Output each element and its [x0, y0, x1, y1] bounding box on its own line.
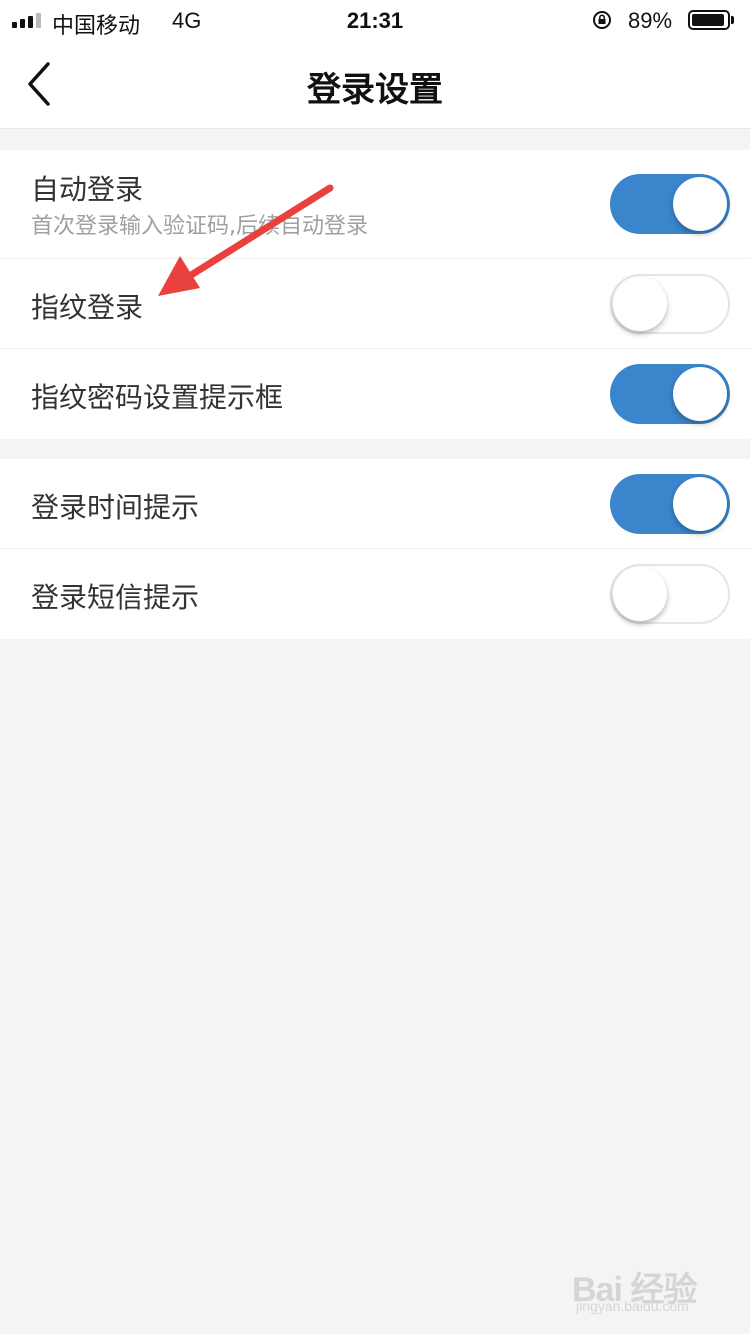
fingerprint-login-toggle[interactable] — [610, 273, 730, 334]
battery-icon — [688, 10, 730, 30]
login-sms-toggle[interactable] — [610, 564, 730, 624]
setting-row-fingerprint-login: 指纹登录 — [0, 259, 750, 349]
setting-label: 指纹登录 — [31, 291, 144, 324]
setting-row-fingerprint-prompt: 指纹密码设置提示框 — [0, 349, 750, 439]
toggle-knob — [673, 177, 727, 231]
watermark-url: jingyan.baidu.com — [576, 1298, 689, 1314]
auto-login-toggle[interactable] — [610, 174, 730, 234]
toggle-knob — [673, 367, 727, 421]
toggle-knob — [613, 276, 667, 331]
battery-cap — [731, 16, 734, 24]
setting-label: 登录短信提示 — [31, 581, 200, 614]
status-bar: 中国移动 4G 21:31 89% — [0, 0, 750, 40]
setting-row-login-time: 登录时间提示 — [0, 459, 750, 549]
setting-row-auto-login: 自动登录 首次登录输入验证码,后续自动登录 — [0, 150, 750, 259]
settings-group-login: 自动登录 首次登录输入验证码,后续自动登录 指纹登录 指纹密码设置提示框 — [0, 150, 750, 439]
orientation-lock-icon — [593, 11, 611, 29]
toggle-knob — [613, 567, 667, 621]
battery-percent: 89% — [628, 8, 673, 33]
setting-row-login-sms: 登录短信提示 — [0, 549, 750, 639]
settings-group-notifications: 登录时间提示 登录短信提示 — [0, 459, 750, 639]
setting-description: 首次登录输入验证码,后续自动登录 — [31, 214, 368, 239]
setting-label: 登录时间提示 — [31, 491, 200, 524]
toggle-knob — [673, 476, 727, 531]
page-title: 登录设置 — [307, 70, 443, 110]
watermark-logo: Bai 经验 jingyan.baidu.com — [572, 1250, 722, 1320]
login-time-toggle[interactable] — [610, 473, 730, 534]
setting-label: 自动登录 — [31, 173, 144, 206]
setting-label: 指纹密码设置提示框 — [31, 381, 284, 414]
fingerprint-prompt-toggle[interactable] — [610, 364, 730, 424]
nav-bar: 登录设置 — [0, 40, 750, 129]
